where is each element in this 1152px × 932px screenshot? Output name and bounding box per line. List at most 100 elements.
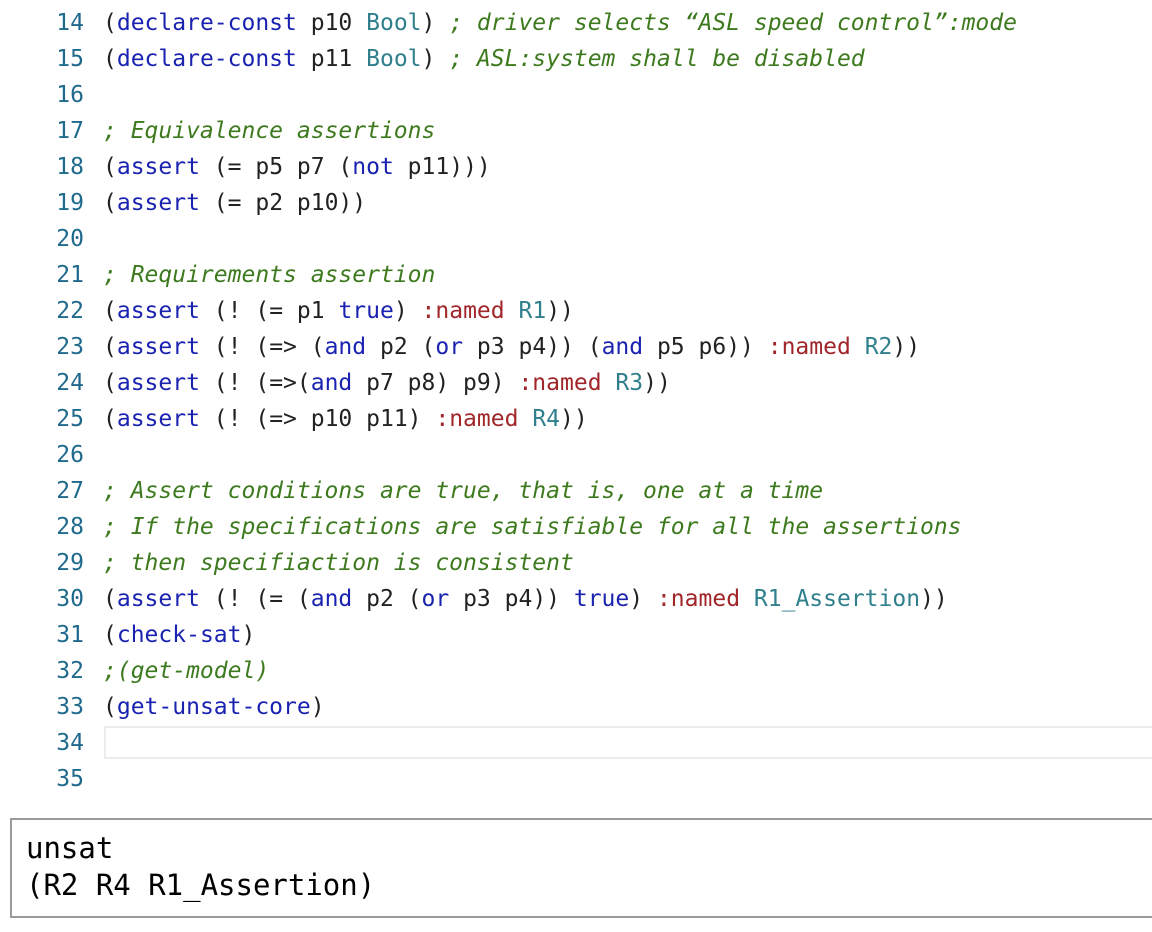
code-line[interactable]: 14 (declare-const p10 Bool) ; driver sele… <box>0 5 1152 41</box>
code-line[interactable]: 31 (check-sat) <box>0 617 1152 653</box>
line-number: 19 <box>56 190 84 216</box>
code-line[interactable]: 35 <box>0 761 1152 797</box>
code-token: ( <box>103 154 117 180</box>
code-line[interactable]: 27 ; Assert conditions are true, that is,… <box>0 473 1152 509</box>
code-token: (! (= p1 <box>199 298 339 324</box>
line-number: 29 <box>56 550 84 576</box>
code-line[interactable]: 33 (get-unsat-core) <box>0 689 1152 725</box>
code-token: assert <box>116 370 200 396</box>
code-token: Bool <box>366 10 422 36</box>
code-token: ; Equivalence assertions <box>103 118 436 144</box>
line-code: (assert (! (=>(and p7 p8) p9) :named R3)… <box>103 365 671 401</box>
code-token: and <box>601 334 644 360</box>
line-code: (declare-const p10 Bool) ; driver select… <box>103 5 1017 41</box>
line-number: 23 <box>56 334 84 360</box>
code-token: p11))) <box>393 154 491 180</box>
code-line[interactable]: 21 ; Requirements assertion <box>0 257 1152 293</box>
code-line[interactable]: 26 <box>0 437 1152 473</box>
output-panel: unsat (R2 R4 R1_Assertion) <box>10 818 1152 918</box>
code-token: p7 p8) p9) <box>352 370 519 396</box>
code-token: (! (=> p10 p11) <box>199 406 436 432</box>
code-token: p2 ( <box>366 334 436 360</box>
code-token: true <box>573 586 630 612</box>
code-token: ; Requirements assertion <box>103 262 436 288</box>
line-number: 21 <box>56 262 84 288</box>
line-code: (check-sat) <box>103 617 255 653</box>
code-token: )) <box>892 334 921 360</box>
code-token: true <box>338 298 394 324</box>
code-token: ( <box>103 298 117 324</box>
line-code: (assert (! (= p1 true) :named R1)) <box>103 293 574 329</box>
line-code: (assert (= p5 p7 (not p11))) <box>103 149 491 185</box>
code-line[interactable]: 28 ; If the specifications are satisfiabl… <box>0 509 1152 545</box>
code-token: )) <box>560 406 588 432</box>
code-token: R3 <box>615 370 644 396</box>
line-number: 18 <box>56 154 84 180</box>
code-token: (! (=> ( <box>199 334 325 360</box>
line-number: 28 <box>56 514 84 540</box>
line-number: 20 <box>56 226 84 252</box>
line-number: 30 <box>56 586 84 612</box>
line-code: (assert (= p2 p10)) <box>103 185 366 221</box>
code-token: and <box>324 334 367 360</box>
code-token: ( <box>103 586 117 612</box>
line-number: 25 <box>56 406 84 432</box>
code-token: ) <box>629 586 657 612</box>
line-code: ; If the specifications are satisfiable … <box>103 509 962 545</box>
line-code: ; Assert conditions are true, that is, o… <box>103 473 823 509</box>
code-line[interactable]: 17 ; Equivalence assertions <box>0 113 1152 149</box>
code-token: (! (= ( <box>199 586 311 612</box>
code-token: or <box>421 586 450 612</box>
code-token: ) <box>393 298 422 324</box>
code-token: ) <box>241 622 256 648</box>
line-number: 16 <box>56 82 84 108</box>
code-token: :named <box>518 370 602 396</box>
line-code: (declare-const p11 Bool) ; ASL:system sh… <box>103 41 865 77</box>
code-token: R1_Assertion <box>753 586 921 612</box>
code-line[interactable]: 23 (assert (! (=> (and p2 (or p3 p4)) (an… <box>0 329 1152 365</box>
code-line[interactable]: 19 (assert (= p2 p10)) <box>0 185 1152 221</box>
code-line[interactable]: 29 ; then specifiaction is consistent <box>0 545 1152 581</box>
code-editor[interactable]: 14 (declare-const p10 Bool) ; driver sele… <box>0 0 1152 800</box>
code-token: p3 p4)) ( <box>463 334 602 360</box>
line-code: (assert (! (=> (and p2 (or p3 p4)) (and … <box>103 329 920 365</box>
line-code: (assert (! (=> p10 p11) :named R4)) <box>103 401 588 437</box>
line-code: ;(get-model) <box>103 653 269 689</box>
code-line[interactable]: 16 <box>0 77 1152 113</box>
code-token: p10 <box>296 10 367 36</box>
line-code: ; Requirements assertion <box>103 257 435 293</box>
code-token: )) <box>920 586 948 612</box>
code-token: ( <box>103 622 117 648</box>
code-line[interactable]: 15 (declare-const p11 Bool) ; ASL:system … <box>0 41 1152 77</box>
code-line[interactable]: 32 ;(get-model) <box>0 653 1152 689</box>
code-token: ( <box>103 46 117 72</box>
code-token: ; driver selects “ASL speed control”:mod… <box>449 10 1017 36</box>
code-token: :named <box>435 406 519 432</box>
code-token: ( <box>103 190 117 216</box>
code-token: R4 <box>532 406 561 432</box>
code-token: declare-const <box>116 46 297 72</box>
code-line[interactable]: 24 (assert (! (=>(and p7 p8) p9) :named R… <box>0 365 1152 401</box>
code-token: assert <box>116 154 200 180</box>
code-line[interactable]: 25 (assert (! (=> p10 p11) :named R4)) <box>0 401 1152 437</box>
code-token: or <box>435 334 464 360</box>
code-line[interactable]: 22 (assert (! (= p1 true) :named R1)) <box>0 293 1152 329</box>
output-result: unsat <box>26 831 114 865</box>
code-token: ( <box>103 406 117 432</box>
code-token: ( <box>103 10 117 36</box>
code-token: Bool <box>366 46 422 72</box>
code-token: p11 <box>296 46 367 72</box>
code-token: not <box>352 154 394 180</box>
code-line[interactable]: 30 (assert (! (= (and p2 (or p3 p4)) true… <box>0 581 1152 617</box>
code-line[interactable]: 18 (assert (= p5 p7 (not p11))) <box>0 149 1152 185</box>
code-token: :named <box>656 586 741 612</box>
code-line[interactable]: 20 <box>0 221 1152 257</box>
code-token: (= p5 p7 ( <box>199 154 353 180</box>
line-number: 34 <box>56 730 84 756</box>
line-code: (get-unsat-core) <box>103 689 325 725</box>
code-token: )) <box>643 370 671 396</box>
